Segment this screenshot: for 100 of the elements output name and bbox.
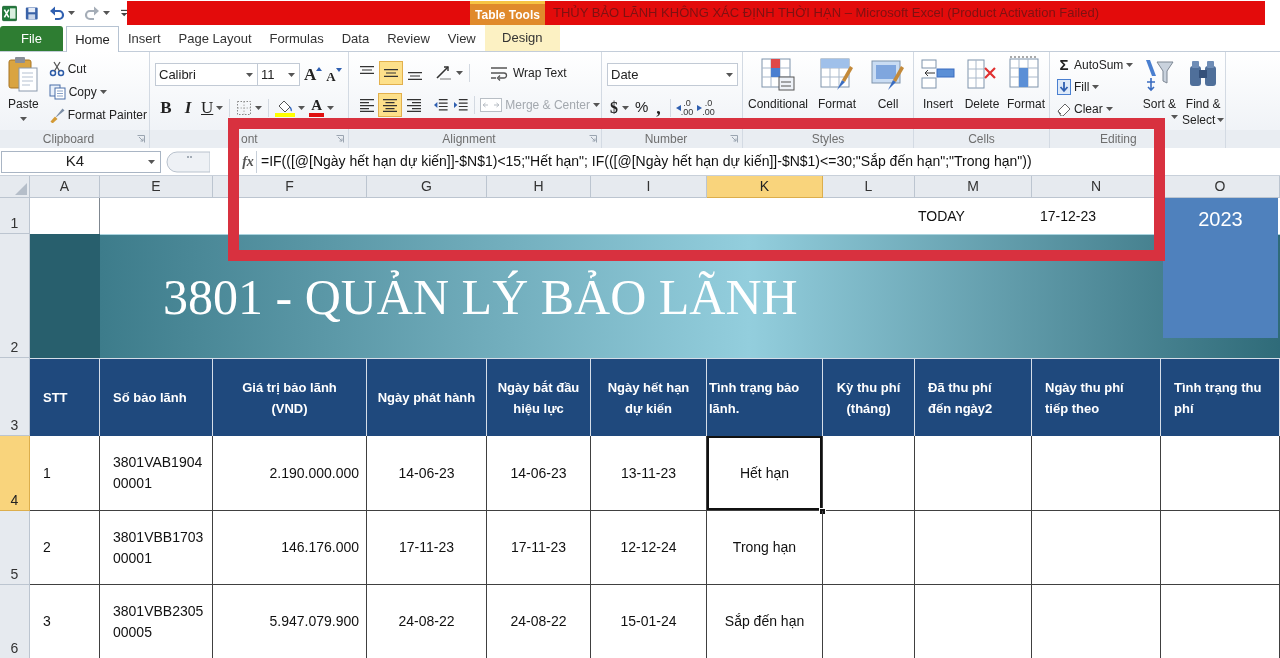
- column-heading: Ngày phát hành: [367, 358, 487, 436]
- grow-font-button[interactable]: A: [304, 63, 323, 86]
- column-heading: Đã thu phí đến ngày2: [915, 358, 1032, 436]
- insert-function-button[interactable]: fx: [240, 151, 256, 172]
- column-header[interactable]: I: [591, 176, 707, 198]
- italic-button[interactable]: I: [177, 96, 199, 119]
- underline-button[interactable]: U: [199, 96, 226, 119]
- caret-icon: [102, 11, 110, 15]
- row-header[interactable]: 1: [0, 198, 30, 234]
- down-caret-icon: [335, 67, 342, 72]
- row-header[interactable]: 3: [0, 358, 30, 436]
- indent-increase-icon[interactable]: [452, 97, 469, 113]
- undo-icon[interactable]: [48, 5, 65, 21]
- currency-button[interactable]: $: [607, 96, 632, 119]
- column-heading: Giá trị bảo lãnh (VND): [213, 358, 367, 436]
- caret-icon: [1171, 115, 1179, 119]
- spreadsheet-logo-icon[interactable]: [2, 3, 18, 23]
- row-header[interactable]: 2: [0, 234, 30, 358]
- column-heading: Ngày bắt đầu hiệu lực: [487, 358, 591, 436]
- align-middle-button[interactable]: [379, 61, 403, 85]
- column-heading: Kỳ thu phí (tháng): [823, 358, 915, 436]
- format-button[interactable]: Format: [1004, 52, 1048, 130]
- tab[interactable]: Formulas: [260, 26, 333, 51]
- column-header[interactable]: G: [367, 176, 487, 198]
- align-center-button[interactable]: [378, 93, 402, 117]
- table-cell: 3801VBB230500005: [100, 585, 213, 658]
- column-header[interactable]: M: [915, 176, 1032, 198]
- table-cell: 146.176.000: [213, 511, 367, 585]
- contextual-tab-group: Table Tools: [470, 1, 545, 25]
- group-label: Editing: [1100, 132, 1137, 146]
- column-heading: Tình trạng bảo lãnh.: [707, 358, 823, 436]
- format-as-table-button[interactable]: Format: [811, 52, 863, 130]
- number-format-field[interactable]: Date: [607, 63, 738, 86]
- grid-cross-icon: [965, 56, 999, 92]
- resize-handle-icon[interactable]: [166, 150, 210, 173]
- tab[interactable]: Data: [332, 26, 379, 51]
- table-cell: 24-08-22: [487, 585, 591, 658]
- column-header[interactable]: F: [213, 176, 367, 198]
- right-arrow-icon: [697, 104, 703, 111]
- table-cell: 2: [30, 511, 100, 585]
- fill-button[interactable]: Fill: [1055, 76, 1138, 98]
- diagonal-arrow-icon: [435, 65, 453, 81]
- conditional-formatting-button[interactable]: Conditional: [745, 52, 811, 130]
- comma-button[interactable]: ,: [651, 96, 666, 119]
- insert-button[interactable]: Insert: [916, 52, 960, 130]
- tab[interactable]: Page Layout: [169, 26, 261, 51]
- name-box[interactable]: K4: [1, 150, 161, 173]
- caret-icon: [246, 72, 253, 77]
- decrease-decimal-button[interactable]: .0 .00: [696, 96, 716, 119]
- caret-icon: [19, 117, 27, 121]
- autosum-button[interactable]: Σ AutoSum: [1055, 54, 1138, 76]
- find-select-button[interactable]: Find & Select: [1181, 52, 1225, 130]
- column-header[interactable]: K: [707, 176, 823, 198]
- column-heading: STT: [30, 358, 100, 436]
- clear-button[interactable]: Clear: [1055, 98, 1138, 120]
- caret-icon: [288, 72, 295, 77]
- font-color-button[interactable]: A: [307, 96, 337, 119]
- column-header[interactable]: A: [30, 176, 100, 198]
- today-label: TODAY: [918, 206, 965, 226]
- caret-icon: [298, 105, 306, 110]
- caret-icon: [327, 105, 335, 110]
- column-header[interactable]: H: [487, 176, 591, 198]
- paste-button[interactable]: Paste: [2, 52, 45, 130]
- column-header[interactable]: E: [100, 176, 213, 198]
- caret-icon: [1126, 63, 1134, 67]
- delete-button[interactable]: Delete: [960, 52, 1004, 130]
- format-painter-button[interactable]: Format Painter: [46, 103, 149, 126]
- font-name-field[interactable]: Calibri: [155, 63, 258, 86]
- customize-menu-icon[interactable]: [120, 8, 127, 18]
- table-cell: 17-11-23: [487, 511, 591, 585]
- tab[interactable]: Home: [66, 26, 119, 52]
- bold-button[interactable]: B: [155, 96, 177, 119]
- row-header[interactable]: 4: [0, 436, 30, 511]
- indent-decrease-icon[interactable]: [433, 97, 449, 113]
- caret-icon: [255, 105, 263, 110]
- shrink-font-button[interactable]: A: [326, 63, 342, 86]
- column-header[interactable]: L: [823, 176, 915, 198]
- banner-title: 3801 - QUẢN LÝ BẢO LÃNH: [163, 271, 798, 322]
- tab[interactable]: Review: [378, 26, 439, 51]
- cut-button[interactable]: Cut: [46, 57, 149, 80]
- percent-button[interactable]: %: [632, 96, 652, 119]
- tab[interactable]: View: [438, 26, 485, 51]
- tab[interactable]: File: [0, 26, 63, 51]
- font-size-field[interactable]: 11: [258, 63, 300, 86]
- column-heading: Số bảo lãnh: [100, 358, 213, 436]
- row-header[interactable]: 6: [0, 585, 30, 658]
- caret-icon: [1092, 85, 1100, 89]
- align-right-icon: [406, 98, 421, 112]
- table-cell: Trong hạn: [707, 511, 823, 585]
- row-header[interactable]: 5: [0, 511, 30, 585]
- wrap-text-button[interactable]: Wrap Text: [488, 62, 569, 84]
- table-cell: 14-06-23: [367, 436, 487, 511]
- tab[interactable]: Design: [484, 25, 560, 51]
- sort-filter-button[interactable]: Sort &: [1137, 52, 1182, 130]
- increase-decimal-button[interactable]: .0 .00: [674, 96, 695, 119]
- tab[interactable]: Insert: [119, 26, 170, 51]
- fill-handle-icon[interactable]: [819, 508, 826, 515]
- copy-button[interactable]: Copy: [46, 80, 149, 103]
- cell-styles-button[interactable]: Cell: [863, 52, 913, 130]
- caret-icon: [67, 11, 75, 15]
